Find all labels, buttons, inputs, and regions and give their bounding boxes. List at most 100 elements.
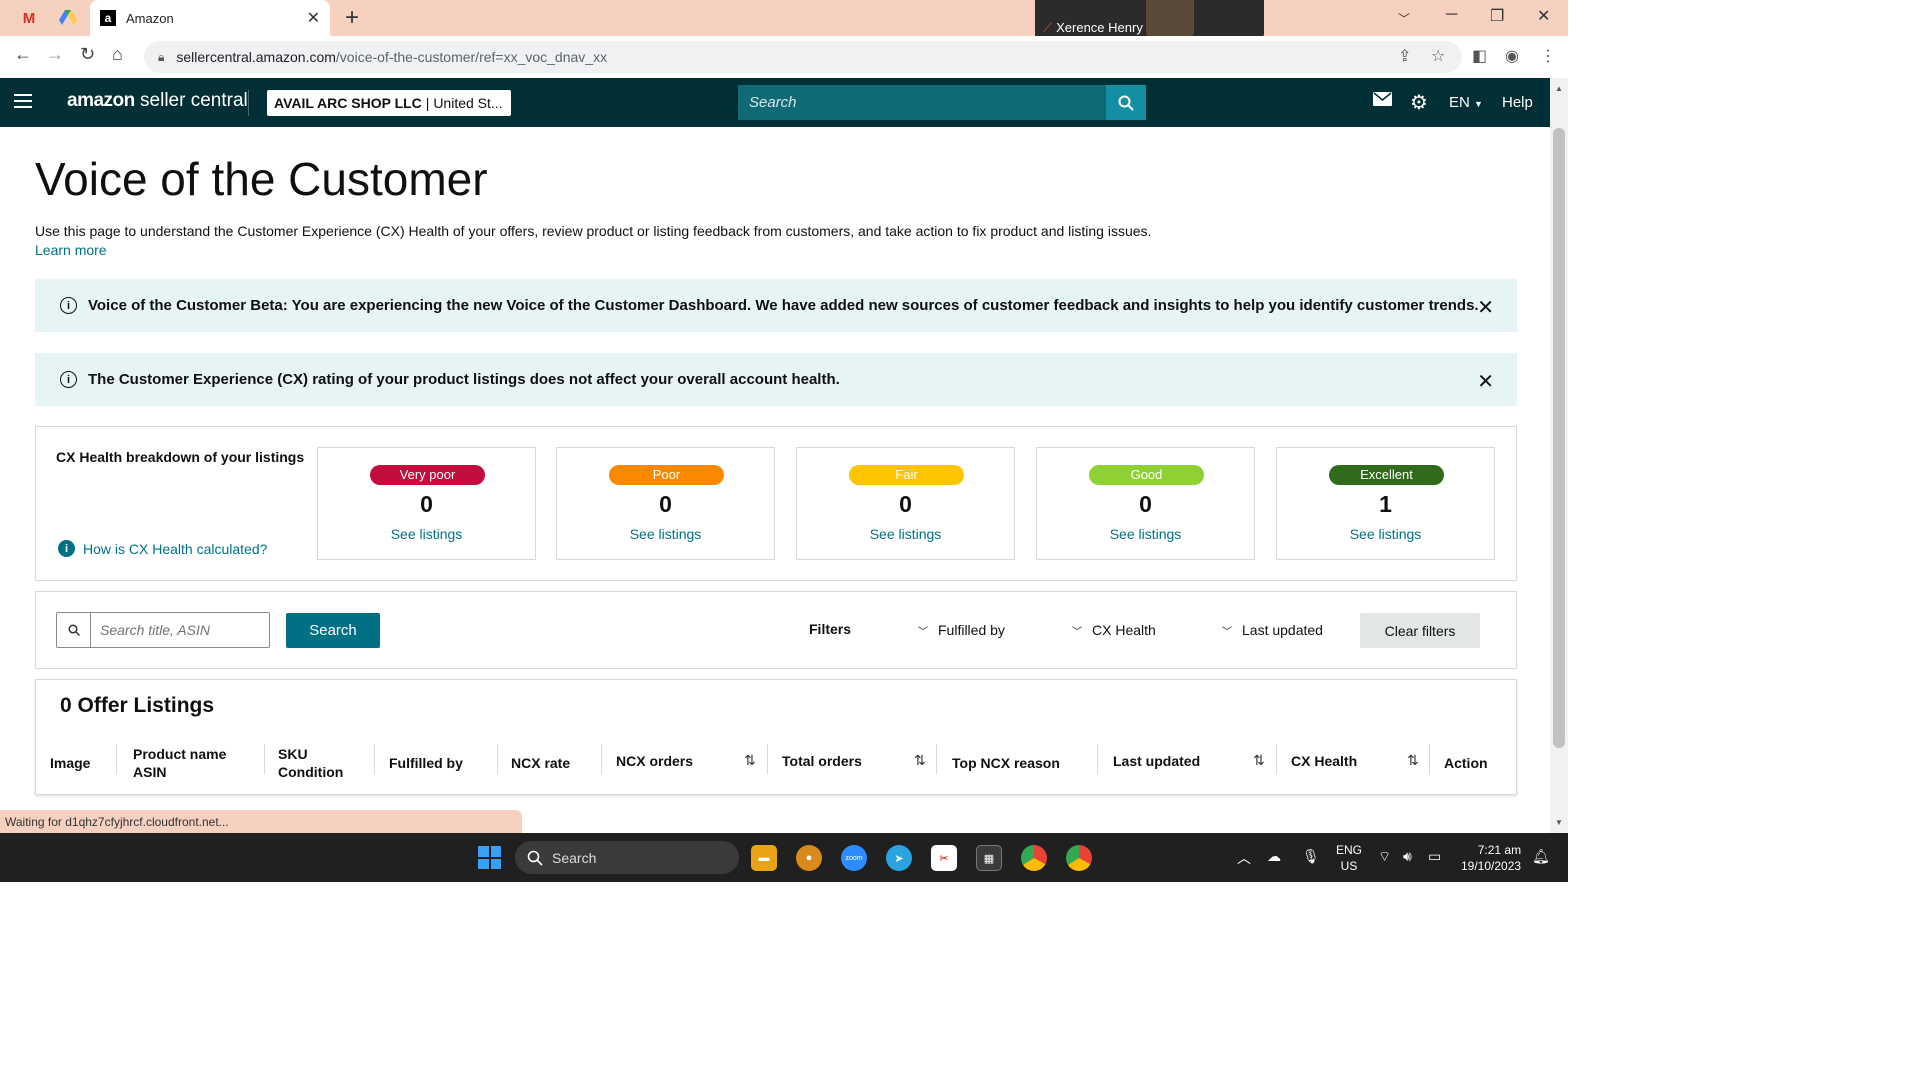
account-switcher[interactable]: AVAIL ARC SHOP LLC | United St... bbox=[267, 90, 511, 116]
new-tab-icon[interactable]: + bbox=[345, 4, 359, 32]
scroll-down-icon[interactable]: ▼ bbox=[1555, 818, 1563, 827]
scroll-thumb[interactable] bbox=[1553, 128, 1565, 748]
mail-icon[interactable] bbox=[1373, 92, 1392, 111]
see-listings-link[interactable]: See listings bbox=[318, 526, 535, 542]
listing-search-button[interactable]: Search bbox=[286, 613, 380, 648]
show-hidden-icons-icon[interactable]: ︿ bbox=[1237, 848, 1251, 868]
col-ncx-rate[interactable]: NCX rate bbox=[511, 754, 570, 772]
col-sku[interactable]: SKU Condition bbox=[278, 745, 343, 781]
listing-filter-panel: Search title, ASIN Search Filters ﹀ Fulfi… bbox=[35, 591, 1517, 669]
participant-video bbox=[1146, 0, 1194, 38]
minimize-icon[interactable]: ─ bbox=[1446, 6, 1457, 24]
microphone-icon[interactable]: 🎙︎ bbox=[1302, 848, 1320, 865]
sort-icon[interactable]: ⇅ bbox=[1253, 752, 1265, 769]
listing-search-input[interactable]: Search title, ASIN bbox=[91, 613, 269, 647]
hamburger-menu-icon[interactable] bbox=[14, 94, 32, 108]
filters-label: Filters bbox=[809, 621, 852, 637]
home-icon[interactable]: ⌂ bbox=[112, 44, 123, 65]
chevron-down-icon: ﹀ bbox=[918, 626, 928, 638]
taskbar-search[interactable]: Search bbox=[515, 841, 739, 874]
side-panel-icon[interactable]: ◧ bbox=[1472, 46, 1487, 66]
drive-pinned-tab-icon[interactable] bbox=[57, 7, 79, 29]
header-search-input[interactable]: Search bbox=[738, 85, 1106, 120]
zoom-icon[interactable]: zoom bbox=[841, 845, 867, 871]
profile-avatar-icon[interactable]: ◉ bbox=[1505, 46, 1519, 66]
reload-icon[interactable]: ↻ bbox=[80, 44, 95, 65]
learn-more-link[interactable]: Learn more bbox=[35, 242, 107, 258]
col-total-orders[interactable]: Total orders bbox=[782, 752, 862, 770]
close-window-icon[interactable]: ✕ bbox=[1537, 6, 1550, 26]
maximize-icon[interactable]: ❐ bbox=[1490, 6, 1504, 26]
cx-pill-very-poor: Very poor bbox=[370, 465, 485, 485]
game-app-icon[interactable]: ● bbox=[796, 845, 822, 871]
see-listings-link[interactable]: See listings bbox=[1277, 526, 1494, 542]
seller-central-logo[interactable]: amazon seller central bbox=[67, 90, 248, 112]
clear-filters-button[interactable]: Clear filters bbox=[1360, 613, 1480, 648]
back-icon[interactable]: ← bbox=[14, 44, 32, 65]
notification-bell-icon[interactable]: 🔔︎ bbox=[1532, 848, 1550, 865]
chrome-icon[interactable] bbox=[1021, 845, 1047, 871]
col-cx-health[interactable]: CX Health bbox=[1291, 752, 1357, 770]
calculator-icon[interactable]: ▦ bbox=[976, 845, 1002, 871]
sort-icon[interactable]: ⇅ bbox=[914, 752, 926, 769]
fulfilled-by-dropdown[interactable]: ﹀ Fulfilled by bbox=[918, 622, 1005, 638]
cx-count-good: 0 bbox=[1139, 491, 1152, 517]
scroll-up-icon[interactable]: ▲ bbox=[1555, 84, 1563, 93]
help-link[interactable]: Help bbox=[1502, 94, 1533, 111]
offer-listings-title: 0 Offer Listings bbox=[60, 694, 215, 717]
onedrive-cloud-icon[interactable]: ☁ bbox=[1267, 848, 1281, 865]
col-top-ncx-reason[interactable]: Top NCX reason bbox=[952, 754, 1060, 772]
windows-start-icon[interactable] bbox=[478, 846, 501, 869]
close-icon[interactable]: ✕ bbox=[1477, 295, 1494, 320]
beta-info-banner: i Voice of the Customer Beta: You are ex… bbox=[35, 279, 1517, 332]
battery-icon[interactable]: ▭ bbox=[1428, 848, 1441, 865]
telegram-icon[interactable]: ➤ bbox=[886, 845, 912, 871]
search-icon bbox=[1118, 95, 1134, 111]
sort-icon[interactable]: ⇅ bbox=[744, 752, 756, 769]
lock-icon[interactable]: 🔒︎ bbox=[158, 50, 164, 65]
input-language-indicator[interactable]: ENG US bbox=[1336, 842, 1362, 874]
offer-listings-panel: 0 Offer Listings Image Product name ASIN … bbox=[35, 679, 1517, 795]
cx-count-excellent: 1 bbox=[1379, 491, 1392, 517]
info-icon: i bbox=[60, 371, 77, 388]
browser-toolbar: ← → ↻ ⌂ 🔒︎ sellercentral.amazon.com/voic… bbox=[0, 36, 1568, 78]
col-ncx-orders[interactable]: NCX orders bbox=[616, 752, 693, 770]
cx-health-dropdown[interactable]: ﹀ CX Health bbox=[1072, 622, 1156, 638]
col-fulfilled-by[interactable]: Fulfilled by bbox=[389, 754, 463, 772]
header-search-button[interactable] bbox=[1106, 85, 1146, 120]
volume-icon[interactable]: 🔊︎ bbox=[1403, 848, 1412, 865]
see-listings-link[interactable]: See listings bbox=[1037, 526, 1254, 542]
chrome-active-icon[interactable] bbox=[1066, 845, 1092, 871]
cx-count-very-poor: 0 bbox=[420, 491, 433, 517]
settings-gear-icon[interactable]: ⚙ bbox=[1410, 90, 1428, 115]
see-listings-link[interactable]: See listings bbox=[557, 526, 774, 542]
language-selector[interactable]: EN ▼ bbox=[1449, 94, 1483, 111]
taskbar-clock[interactable]: 7:21 am 19/10/2023 bbox=[1461, 842, 1521, 874]
forward-icon[interactable]: → bbox=[46, 44, 64, 65]
cx-card-fair: Fair 0 See listings bbox=[796, 447, 1015, 560]
close-icon[interactable]: ✕ bbox=[1477, 369, 1494, 394]
tab-close-icon[interactable]: ✕ bbox=[307, 8, 320, 28]
wifi-icon[interactable]: ⌔ bbox=[1378, 848, 1391, 866]
listing-search-box[interactable]: Search title, ASIN bbox=[56, 612, 270, 648]
gmail-pinned-tab-icon[interactable]: M bbox=[18, 7, 40, 29]
video-call-thumbnail[interactable]: ⟋ Xerence Henry bbox=[1035, 0, 1264, 38]
see-listings-link[interactable]: See listings bbox=[797, 526, 1014, 542]
col-last-updated[interactable]: Last updated bbox=[1113, 752, 1200, 770]
last-updated-dropdown[interactable]: ﹀ Last updated bbox=[1222, 622, 1323, 638]
cx-how-calculated-link[interactable]: i How is CX Health calculated? bbox=[58, 540, 267, 557]
snipping-tool-icon[interactable]: ✂ bbox=[931, 845, 957, 871]
browser-menu-icon[interactable]: ⋮ bbox=[1540, 46, 1556, 66]
search-icon bbox=[57, 613, 91, 647]
col-product-name[interactable]: Product name ASIN bbox=[133, 745, 226, 781]
bookmark-star-icon[interactable]: ☆ bbox=[1431, 46, 1445, 66]
cx-rating-info-banner: i The Customer Experience (CX) rating of… bbox=[35, 353, 1517, 406]
share-icon[interactable]: ⇪ bbox=[1398, 46, 1411, 66]
address-bar[interactable]: 🔒︎ sellercentral.amazon.com/voice-of-the… bbox=[144, 41, 1462, 73]
tab-amazon[interactable]: a Amazon ✕ bbox=[90, 0, 330, 36]
tab-search-chevron-icon[interactable]: ﹀ bbox=[1398, 10, 1410, 27]
cx-count-fair: 0 bbox=[899, 491, 912, 517]
file-explorer-icon[interactable]: ▬ bbox=[751, 845, 777, 871]
sort-icon[interactable]: ⇅ bbox=[1407, 752, 1419, 769]
page-scrollbar[interactable]: ▲ ▼ bbox=[1550, 78, 1568, 833]
